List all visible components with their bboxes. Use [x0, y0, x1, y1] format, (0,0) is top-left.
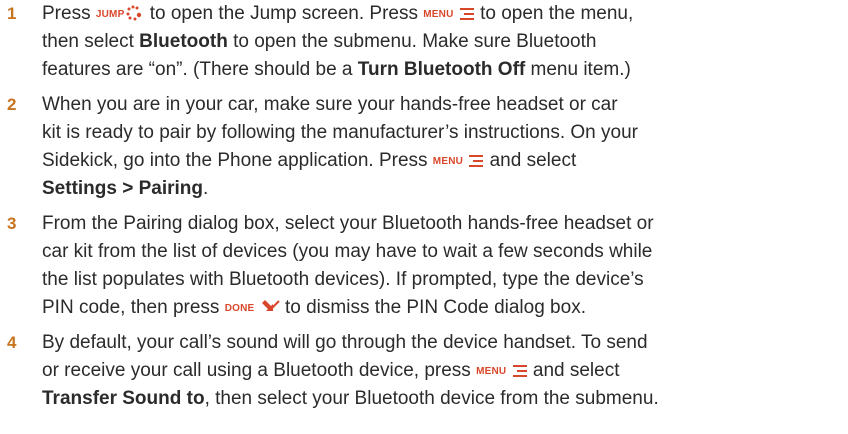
step-line: or receive your call using a Bluetooth d…: [42, 357, 842, 385]
step-number: 3: [7, 214, 17, 233]
text-segment: menu item.): [525, 59, 631, 80]
step-text: By default, your call’s sound will go th…: [42, 329, 842, 413]
done-key-icon: [260, 296, 280, 324]
menu-key-icon: [512, 359, 528, 387]
menu-key-icon: [468, 149, 484, 177]
text-segment: to open the Jump screen. Press: [144, 3, 424, 24]
step-line: car kit from the list of devices (you ma…: [42, 241, 653, 262]
text-segment: and select: [527, 360, 620, 381]
step-text: When you are in your car, make sure your…: [42, 91, 842, 203]
step-line: Press JUMP to open the Jump screen. Pres…: [42, 0, 842, 28]
done-key-label: DONE: [224, 303, 255, 314]
menu-key-label: MENU: [423, 9, 454, 20]
step-number: 4: [7, 333, 17, 352]
settings-pairing-term: Settings > Pairing: [42, 178, 204, 199]
step-line: then select Bluetooth to open the submen…: [42, 28, 842, 56]
jump-key-icon: [124, 2, 144, 30]
step-line: By default, your call’s sound will go th…: [42, 332, 648, 353]
step-line: the list populates with Bluetooth device…: [42, 269, 644, 290]
step-line: From the Pairing dialog box, select your…: [42, 213, 654, 234]
menu-key-label: MENU: [432, 156, 464, 167]
text-segment: or receive your call using a Bluetooth d…: [42, 360, 477, 381]
step-line: PIN code, then press DONE to dismiss the…: [42, 294, 842, 322]
step-line: Sidekick, go into the Phone application.…: [42, 147, 842, 175]
text-segment: .: [203, 178, 209, 199]
step-line: features are “on”. (There should be a Tu…: [42, 56, 842, 84]
text-segment: features are “on”. (There should be a: [42, 59, 358, 80]
turn-bluetooth-off-term: Turn Bluetooth Off: [357, 59, 526, 80]
text-segment: then select: [42, 31, 140, 52]
jump-key-label: JUMP: [95, 9, 125, 20]
step-line: Transfer Sound to, then select your Blue…: [42, 385, 842, 413]
text-segment: , then select your Bluetooth device from…: [204, 388, 659, 409]
transfer-sound-term: Transfer Sound to: [42, 388, 205, 409]
bluetooth-menu-term: Bluetooth: [139, 31, 228, 52]
text-segment: PIN code, then press: [42, 297, 225, 318]
text-segment: to open the submenu. Make sure Bluetooth: [227, 31, 597, 52]
step-line: kit is ready to pair by following the ma…: [42, 122, 638, 143]
step-text: Press JUMP to open the Jump screen. Pres…: [42, 0, 842, 84]
step-line: When you are in your car, make sure your…: [42, 94, 618, 115]
step-number: 1: [7, 4, 17, 23]
text-segment: to open the menu,: [474, 3, 634, 24]
text-segment: Press: [42, 3, 96, 24]
menu-key-icon: [459, 2, 475, 30]
menu-key-label: MENU: [476, 366, 507, 377]
step-line: Settings > Pairing.: [42, 175, 842, 203]
text-segment: Sidekick, go into the Phone application.…: [42, 150, 433, 171]
text-segment: to dismiss the PIN Code dialog box.: [279, 297, 586, 318]
step-text: From the Pairing dialog box, select your…: [42, 210, 842, 322]
step-number: 2: [7, 95, 17, 114]
text-segment: and select: [484, 150, 577, 171]
